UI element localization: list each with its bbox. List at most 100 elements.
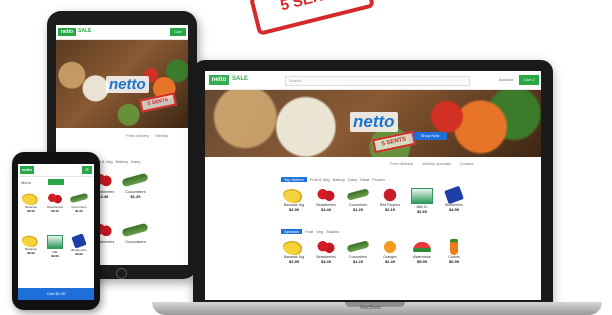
- laptop-sublink[interactable]: Free delivery: [390, 161, 413, 166]
- product-price: $1.29: [352, 259, 363, 264]
- product-price: $2.69: [416, 209, 427, 214]
- product-price: $2.99: [27, 209, 35, 213]
- product-price: $1.29: [130, 194, 141, 199]
- laptop-hero-logo: netto: [350, 112, 398, 132]
- laptop-tab[interactable]: Bakery: [333, 177, 345, 182]
- product-card[interactable]: Strawberries $3.49: [313, 187, 339, 214]
- laptop-tab[interactable]: Dairy: [348, 177, 357, 182]
- cucumber-image: [121, 172, 150, 188]
- strawberry-image: [315, 239, 337, 255]
- tablet-sublink[interactable]: Free delivery: [126, 133, 149, 138]
- laptop-hero-banner: netto 5 SENTS Shop Now: [205, 90, 541, 157]
- tablet-hero-banner: netto 5 SENTS: [56, 40, 188, 128]
- tablet-logo[interactable]: netto: [58, 28, 76, 36]
- laptop-search-input[interactable]: Search: [285, 76, 470, 86]
- product-card[interactable]: Blueberries $4.99: [441, 185, 467, 214]
- product-card[interactable]: Cucumbers $1.29: [121, 171, 150, 199]
- laptop-product-row-2: Bananas 1kg $2.99 Strawberries $3.49 Cuc…: [281, 239, 467, 264]
- product-card[interactable]: Bananas $2.99: [21, 192, 41, 213]
- product-card[interactable]: Bananas $2.99: [21, 234, 41, 258]
- laptop-tab[interactable]: Top Sellers: [281, 177, 307, 182]
- product-price: $3.49: [320, 259, 331, 264]
- product-price: $3.49: [51, 209, 59, 213]
- cucumber-image: [346, 188, 370, 201]
- phone-menu-label[interactable]: Menu: [21, 180, 31, 185]
- banana-image: [22, 234, 40, 247]
- product-price: $1.29: [75, 209, 83, 213]
- product-card[interactable]: Strawberries $3.49: [313, 239, 339, 264]
- phone-header: netto ☰: [18, 164, 94, 177]
- phone-screen: netto ☰ Menu Bananas $2.99 Strawberries …: [18, 164, 94, 300]
- product-price: $4.99: [448, 207, 459, 212]
- product-card[interactable]: Red Peppers $2.19: [377, 187, 403, 214]
- blueberry-image: [71, 233, 87, 249]
- product-card[interactable]: Bananas 1kg $2.99: [281, 187, 307, 214]
- laptop-tab[interactable]: Frozen: [372, 177, 384, 182]
- phone-product-row-1: Bananas $2.99 Strawberries $3.49 Cucumbe…: [21, 192, 89, 213]
- product-card[interactable]: Milk 2L $2.69: [409, 187, 435, 214]
- product-price: $5.99: [416, 259, 427, 264]
- product-price: $2.99: [27, 251, 35, 255]
- laptop-tab[interactable]: Veg: [316, 229, 323, 234]
- laptop-tab[interactable]: Specials: [281, 229, 303, 234]
- phone-device: netto ☰ Menu Bananas $2.99 Strawberries …: [12, 152, 100, 310]
- product-price: $0.99: [448, 259, 459, 264]
- product-card[interactable]: Milk $2.69: [45, 234, 65, 258]
- phone-logo[interactable]: netto: [20, 166, 34, 174]
- laptop-sublink[interactable]: Weekly specials: [422, 161, 451, 166]
- laptop-account-link[interactable]: Account: [499, 77, 513, 82]
- phone-filter-button[interactable]: [48, 179, 64, 185]
- tablet-sublink[interactable]: Weekly: [155, 133, 168, 138]
- laptop-sublink[interactable]: Contact: [460, 161, 474, 166]
- tablet-store-name: SALE: [78, 28, 92, 34]
- banana-image: [22, 192, 40, 205]
- tablet-tab[interactable]: Dairy: [131, 159, 140, 164]
- product-card[interactable]: Oranges $2.49: [377, 239, 403, 264]
- laptop-cart-button[interactable]: Cart 0: [519, 75, 539, 85]
- product-card[interactable]: Cucumbers $1.29: [345, 187, 371, 214]
- tablet-tab[interactable]: Bakery: [116, 159, 128, 164]
- laptop-tab[interactable]: Fruit & Veg: [310, 177, 330, 182]
- laptop-product-row-1: Bananas 1kg $2.99 Strawberries $3.49 Cuc…: [281, 185, 467, 214]
- laptop-hero-cta-button[interactable]: Shop Now: [413, 132, 447, 140]
- cucumber-image: [346, 240, 370, 253]
- product-price: $2.99: [288, 207, 299, 212]
- product-price: $2.19: [384, 207, 395, 212]
- phone-cart-footer[interactable]: Cart $0.00: [18, 288, 94, 300]
- milk-image: [47, 235, 63, 249]
- tablet-home-button[interactable]: [116, 268, 127, 279]
- laptop-tab[interactable]: Meat: [360, 177, 369, 182]
- laptop-hero-stamp: 5 SENTS: [372, 130, 416, 154]
- tablet-sublinks: Free delivery Weekly: [126, 133, 168, 138]
- laptop-tabs-1: Top Sellers Fruit & Veg Bakery Dairy Mea…: [281, 177, 385, 182]
- product-price: $3.49: [320, 207, 331, 212]
- product-card[interactable]: Watermelon $5.99: [409, 239, 435, 264]
- product-card[interactable]: Cucumbers $1.29: [69, 192, 89, 213]
- product-card[interactable]: Cucumbers: [121, 221, 150, 244]
- laptop-logo[interactable]: netto: [209, 75, 229, 85]
- phone-cart-button[interactable]: ☰: [82, 166, 92, 174]
- blueberry-image: [444, 185, 464, 205]
- cucumber-image: [69, 192, 89, 204]
- tablet-hero-stamp: 5 SENTS: [139, 92, 177, 113]
- product-price: $2.49: [384, 259, 395, 264]
- phone-product-row-2: Bananas $2.99 Milk $2.69 Blueberries $4.…: [21, 233, 89, 258]
- product-card[interactable]: Cucumbers $1.29: [345, 239, 371, 264]
- product-price: $2.99: [288, 259, 299, 264]
- product-card[interactable]: Strawberries $3.49: [45, 192, 65, 213]
- strawberry-image: [315, 187, 337, 203]
- product-card[interactable]: Carrots $0.99: [441, 239, 467, 264]
- product-card[interactable]: Blueberries $4.99: [69, 233, 89, 258]
- laptop-tabs-2: Specials Fruit Veg Snacks: [281, 229, 339, 234]
- watermelon-image: [413, 242, 431, 252]
- milk-image: [411, 188, 433, 204]
- tablet-hero-logo: netto: [106, 76, 149, 93]
- laptop-tab[interactable]: Fruit: [305, 229, 313, 234]
- strawberry-image: [46, 192, 64, 205]
- tablet-cart-button[interactable]: Cart: [170, 28, 186, 36]
- laptop-brand-label: MacBook: [360, 305, 381, 311]
- laptop-tab[interactable]: Snacks: [326, 229, 339, 234]
- product-card[interactable]: Bananas 1kg $2.99: [281, 239, 307, 264]
- cucumber-image: [121, 222, 150, 238]
- laptop-device: netto SALE Search Account Cart 0 netto 5…: [193, 60, 553, 306]
